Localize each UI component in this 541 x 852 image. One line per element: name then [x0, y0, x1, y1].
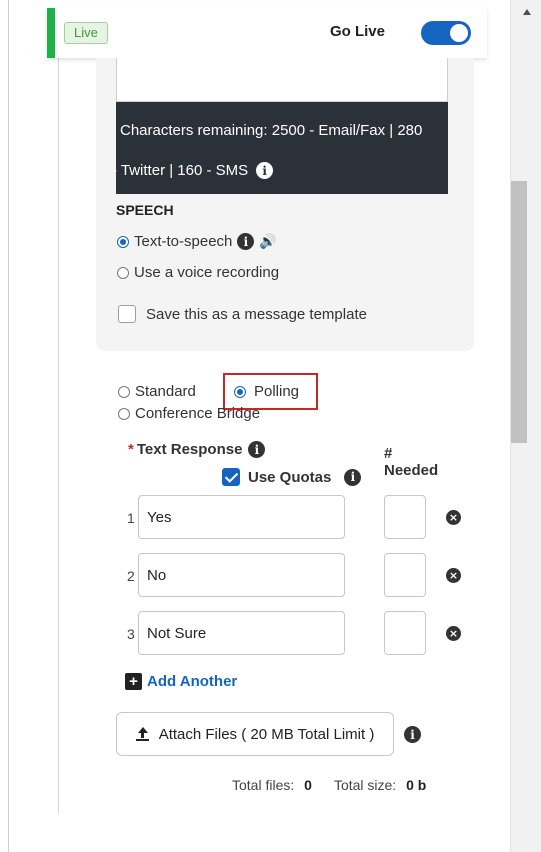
speech-option-tts[interactable]: Text-to-speech i 🔊: [117, 233, 277, 250]
vertical-scrollbar[interactable]: [510, 0, 541, 852]
needed-header-text: Needed: [384, 462, 439, 479]
attachment-totals: Total files: 0 Total size: 0 b: [232, 777, 426, 793]
total-files: Total files: 0: [232, 777, 312, 793]
info-icon[interactable]: i: [248, 441, 266, 458]
use-quotas-label: Use Quotas: [248, 468, 332, 486]
response-number: 3: [127, 626, 135, 642]
needed-input[interactable]: [384, 495, 426, 539]
needed-header: # Needed: [384, 445, 438, 479]
use-quotas-option[interactable]: Use Quotas i: [222, 468, 362, 486]
required-mark: *: [128, 441, 134, 458]
standard-radio[interactable]: [118, 385, 130, 398]
upload-icon: [136, 727, 150, 741]
conference-label: Conference Bridge: [135, 405, 261, 422]
toggle-knob: [450, 24, 468, 42]
use-quotas-checkbox[interactable]: [222, 468, 240, 486]
scrollbar-thumb[interactable]: [511, 181, 527, 443]
response-input[interactable]: Yes: [138, 495, 345, 539]
save-template-checkbox[interactable]: [118, 305, 136, 323]
remove-circle-icon[interactable]: ×: [446, 626, 461, 641]
text-response-title: Text Response: [136, 441, 243, 458]
attach-files-label: Attach Files ( 20 MB Total Limit ): [158, 725, 375, 743]
needed-input[interactable]: [384, 553, 426, 597]
response-input[interactable]: Not Sure: [138, 611, 345, 655]
conference-radio[interactable]: [118, 407, 130, 420]
message-editor-panel: Live Go Live Characters remaining: 2500 …: [0, 0, 510, 852]
char-count-line-1: Characters remaining: 2500 - Email/Fax |…: [120, 122, 423, 139]
info-icon[interactable]: i: [344, 468, 362, 486]
live-status-header: Live Go Live: [47, 8, 487, 58]
needed-header-hash: #: [384, 445, 393, 462]
char-count-line-2-text: - Twitter | 160 - SMS: [112, 162, 249, 179]
tts-label: Text-to-speech: [134, 233, 233, 250]
type-option-polling[interactable]: Polling: [234, 383, 299, 400]
info-icon[interactable]: i: [237, 233, 255, 250]
save-template-label: Save this as a message template: [146, 305, 367, 323]
info-icon[interactable]: i: [404, 726, 421, 743]
character-counter: Characters remaining: 2500 - Email/Fax |…: [112, 102, 448, 194]
polling-label: Polling: [254, 383, 300, 400]
recording-label: Use a voice recording: [134, 264, 280, 281]
char-count-line-2: - Twitter | 160 - SMS i: [112, 162, 274, 179]
speech-title: SPEECH: [116, 202, 174, 218]
tts-radio[interactable]: [117, 235, 129, 248]
status-badge: Live: [64, 22, 108, 44]
total-size-label: Total size:: [333, 777, 397, 793]
go-live-toggle[interactable]: [421, 21, 471, 45]
go-live-label: Go Live: [329, 23, 385, 40]
scroll-up-arrow-icon[interactable]: [511, 6, 541, 18]
text-response-header: * Text Response i: [128, 441, 266, 458]
needed-input[interactable]: [384, 611, 426, 655]
attach-files-button[interactable]: Attach Files ( 20 MB Total Limit ): [116, 712, 394, 756]
total-size: Total size: 0 b: [334, 777, 426, 793]
type-option-standard[interactable]: Standard: [118, 383, 196, 400]
total-files-value: 0: [304, 777, 312, 793]
save-template-option[interactable]: Save this as a message template: [118, 305, 367, 323]
section-divider: [58, 20, 59, 813]
remove-circle-icon[interactable]: ×: [446, 510, 461, 525]
speaker-icon[interactable]: 🔊: [259, 233, 276, 250]
speech-option-recording[interactable]: Use a voice recording: [117, 264, 279, 281]
standard-label: Standard: [135, 383, 196, 400]
add-another-label: Add Another: [147, 673, 238, 690]
recording-radio[interactable]: [117, 266, 129, 279]
response-number: 2: [127, 568, 135, 584]
response-number: 1: [127, 510, 135, 526]
add-another-button[interactable]: + Add Another: [125, 673, 237, 690]
total-files-label: Total files:: [232, 777, 295, 793]
total-size-value: 0 b: [406, 777, 427, 793]
response-input[interactable]: No: [138, 553, 345, 597]
plus-square-icon: +: [125, 673, 142, 690]
message-textarea[interactable]: [116, 58, 448, 102]
polling-radio[interactable]: [234, 385, 246, 398]
remove-circle-icon[interactable]: ×: [446, 568, 461, 583]
type-option-conference[interactable]: Conference Bridge: [118, 405, 260, 422]
info-icon[interactable]: i: [256, 162, 274, 179]
panel-border: [8, 0, 9, 852]
